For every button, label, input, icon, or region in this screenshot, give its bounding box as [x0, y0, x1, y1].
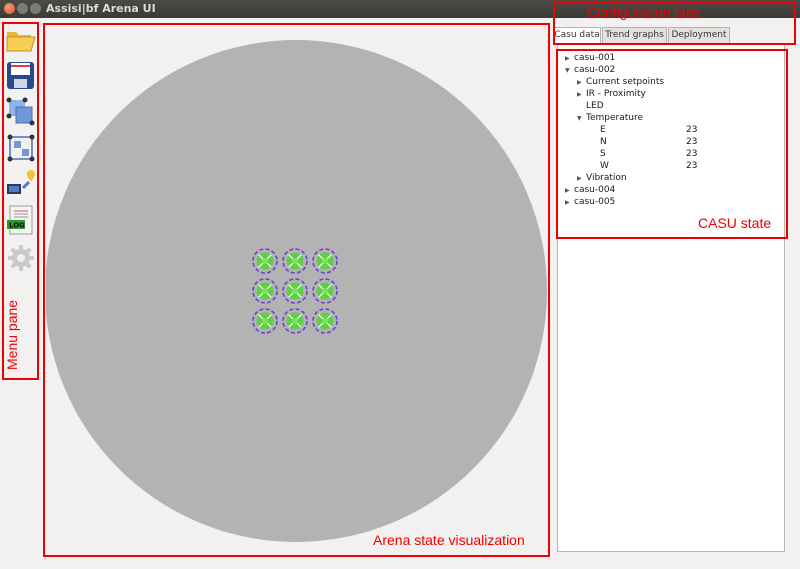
log-icon-label: LOG — [9, 222, 25, 230]
tree-item-casu-002[interactable]: casu-002 — [574, 65, 615, 75]
select-icon[interactable] — [5, 96, 37, 128]
maximize-window-button[interactable] — [30, 3, 41, 14]
collapsed-arrow-icon[interactable]: ▶ — [565, 199, 570, 206]
arena-canvas — [46, 40, 547, 542]
expanded-arrow-icon[interactable]: ▼ — [577, 115, 582, 122]
tree-item-vibration[interactable]: Vibration — [586, 173, 627, 183]
deploy-icon[interactable] — [5, 168, 37, 200]
group-select-icon[interactable] — [5, 132, 37, 164]
log-icon[interactable]: LOG — [5, 204, 37, 236]
tab-deployment[interactable]: Deployment — [668, 27, 730, 43]
temp-label-n: N — [600, 137, 607, 147]
casu-node[interactable] — [252, 248, 278, 274]
casu-node[interactable] — [282, 248, 308, 274]
collapsed-arrow-icon[interactable]: ▶ — [577, 175, 582, 182]
casu-node[interactable] — [252, 308, 278, 334]
temp-label-e: E — [600, 125, 606, 135]
tree-item-current-setpoints[interactable]: Current setpoints — [586, 77, 664, 87]
casu-node[interactable] — [312, 248, 338, 274]
temp-label-w: W — [600, 161, 609, 171]
arena-view[interactable] — [46, 26, 547, 546]
casu-node[interactable] — [252, 278, 278, 304]
open-folder-icon[interactable] — [5, 24, 37, 56]
casu-node[interactable] — [282, 278, 308, 304]
temp-value-w: 23 — [686, 161, 698, 171]
collapsed-arrow-icon[interactable]: ▶ — [577, 91, 582, 98]
tree-item-casu-005[interactable]: casu-005 — [574, 197, 615, 207]
tree-item-ir-proximity[interactable]: IR - Proximity — [586, 89, 646, 99]
window-title: Assisi|bf Arena UI — [46, 2, 156, 15]
tab-trend-graphs[interactable]: Trend graphs — [602, 27, 667, 43]
temp-label-s: S — [600, 149, 606, 159]
casu-node[interactable] — [282, 308, 308, 334]
tab-casu-data[interactable]: Casu data — [553, 27, 601, 44]
minimize-window-button[interactable] — [17, 3, 28, 14]
tree-item-led[interactable]: LED — [586, 101, 604, 111]
collapsed-arrow-icon[interactable]: ▶ — [565, 55, 570, 62]
temp-value-s: 23 — [686, 149, 698, 159]
collapsed-arrow-icon[interactable]: ▶ — [565, 187, 570, 194]
config-tabs-annotation-label: Configuration tabs — [587, 4, 701, 20]
temp-value-e: 23 — [686, 125, 698, 135]
tree-item-casu-001[interactable]: casu-001 — [574, 53, 615, 63]
casu-node[interactable] — [312, 278, 338, 304]
casu-state-annotation-label: CASU state — [698, 215, 772, 231]
tree-item-temperature[interactable]: Temperature — [586, 113, 643, 123]
expanded-arrow-icon[interactable]: ▼ — [565, 67, 570, 74]
temp-value-n: 23 — [686, 137, 698, 147]
arena-annotation-label: Arena state visualization — [373, 532, 525, 548]
casu-node[interactable] — [312, 308, 338, 334]
gear-icon[interactable] — [5, 242, 37, 274]
save-icon[interactable] — [5, 60, 37, 92]
close-window-button[interactable] — [4, 3, 15, 14]
tree-item-casu-004[interactable]: casu-004 — [574, 185, 615, 195]
collapsed-arrow-icon[interactable]: ▶ — [577, 79, 582, 86]
casu-data-tree[interactable]: ▶ casu-001 ▼ casu-002 ▶ Current setpoint… — [557, 44, 785, 552]
menu-pane-annotation-label: Menu pane — [4, 299, 20, 370]
